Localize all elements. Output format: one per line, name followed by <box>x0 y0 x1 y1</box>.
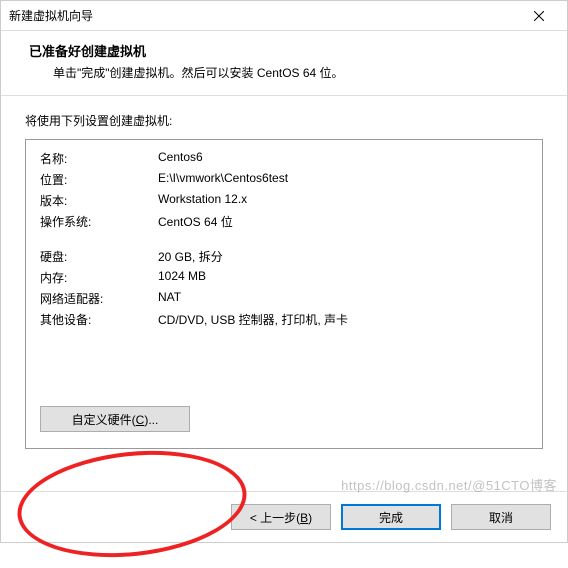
back-button[interactable]: < 上一步(B) <box>231 504 331 530</box>
label-version: 版本: <box>40 192 158 209</box>
value-network: NAT <box>158 290 528 307</box>
close-icon <box>534 11 544 21</box>
label-network: 网络适配器: <box>40 290 158 307</box>
customize-hardware-button[interactable]: 自定义硬件(C)... <box>40 406 190 432</box>
summary-row: 网络适配器: NAT <box>40 290 528 307</box>
finish-button[interactable]: 完成 <box>341 504 441 530</box>
summary-row: 操作系统: CentOS 64 位 <box>40 213 528 230</box>
value-version: Workstation 12.x <box>158 192 528 209</box>
label-disk: 硬盘: <box>40 248 158 265</box>
summary-row: 硬盘: 20 GB, 拆分 <box>40 248 528 265</box>
value-location: E:\I\vmwork\Centos6test <box>158 171 528 188</box>
summary-row: 版本: Workstation 12.x <box>40 192 528 209</box>
label-name: 名称: <box>40 150 158 167</box>
header-subtitle: 单击"完成"创建虚拟机。然后可以安装 CentOS 64 位。 <box>29 64 547 81</box>
value-memory: 1024 MB <box>158 269 528 286</box>
value-name: Centos6 <box>158 150 528 167</box>
lead-text: 将使用下列设置创建虚拟机: <box>25 112 543 129</box>
label-other: 其他设备: <box>40 311 158 328</box>
summary-row: 其他设备: CD/DVD, USB 控制器, 打印机, 声卡 <box>40 311 528 328</box>
summary-row: 名称: Centos6 <box>40 150 528 167</box>
wizard-window: 新建虚拟机向导 已准备好创建虚拟机 单击"完成"创建虚拟机。然后可以安装 Cen… <box>0 0 568 543</box>
cancel-button[interactable]: 取消 <box>451 504 551 530</box>
label-location: 位置: <box>40 171 158 188</box>
close-button[interactable] <box>519 2 559 30</box>
titlebar: 新建虚拟机向导 <box>1 1 567 31</box>
summary-row: 位置: E:\I\vmwork\Centos6test <box>40 171 528 188</box>
wizard-header: 已准备好创建虚拟机 单击"完成"创建虚拟机。然后可以安装 CentOS 64 位… <box>1 31 567 96</box>
label-memory: 内存: <box>40 269 158 286</box>
window-title: 新建虚拟机向导 <box>9 7 519 24</box>
summary-box: 名称: Centos6 位置: E:\I\vmwork\Centos6test … <box>25 139 543 449</box>
header-title: 已准备好创建虚拟机 <box>29 41 547 60</box>
label-os: 操作系统: <box>40 213 158 230</box>
summary-row: 内存: 1024 MB <box>40 269 528 286</box>
value-other: CD/DVD, USB 控制器, 打印机, 声卡 <box>158 311 528 328</box>
value-disk: 20 GB, 拆分 <box>158 248 528 265</box>
footer: < 上一步(B) 完成 取消 <box>1 491 567 542</box>
value-os: CentOS 64 位 <box>158 213 528 230</box>
wizard-content: 将使用下列设置创建虚拟机: 名称: Centos6 位置: E:\I\vmwor… <box>1 96 567 491</box>
